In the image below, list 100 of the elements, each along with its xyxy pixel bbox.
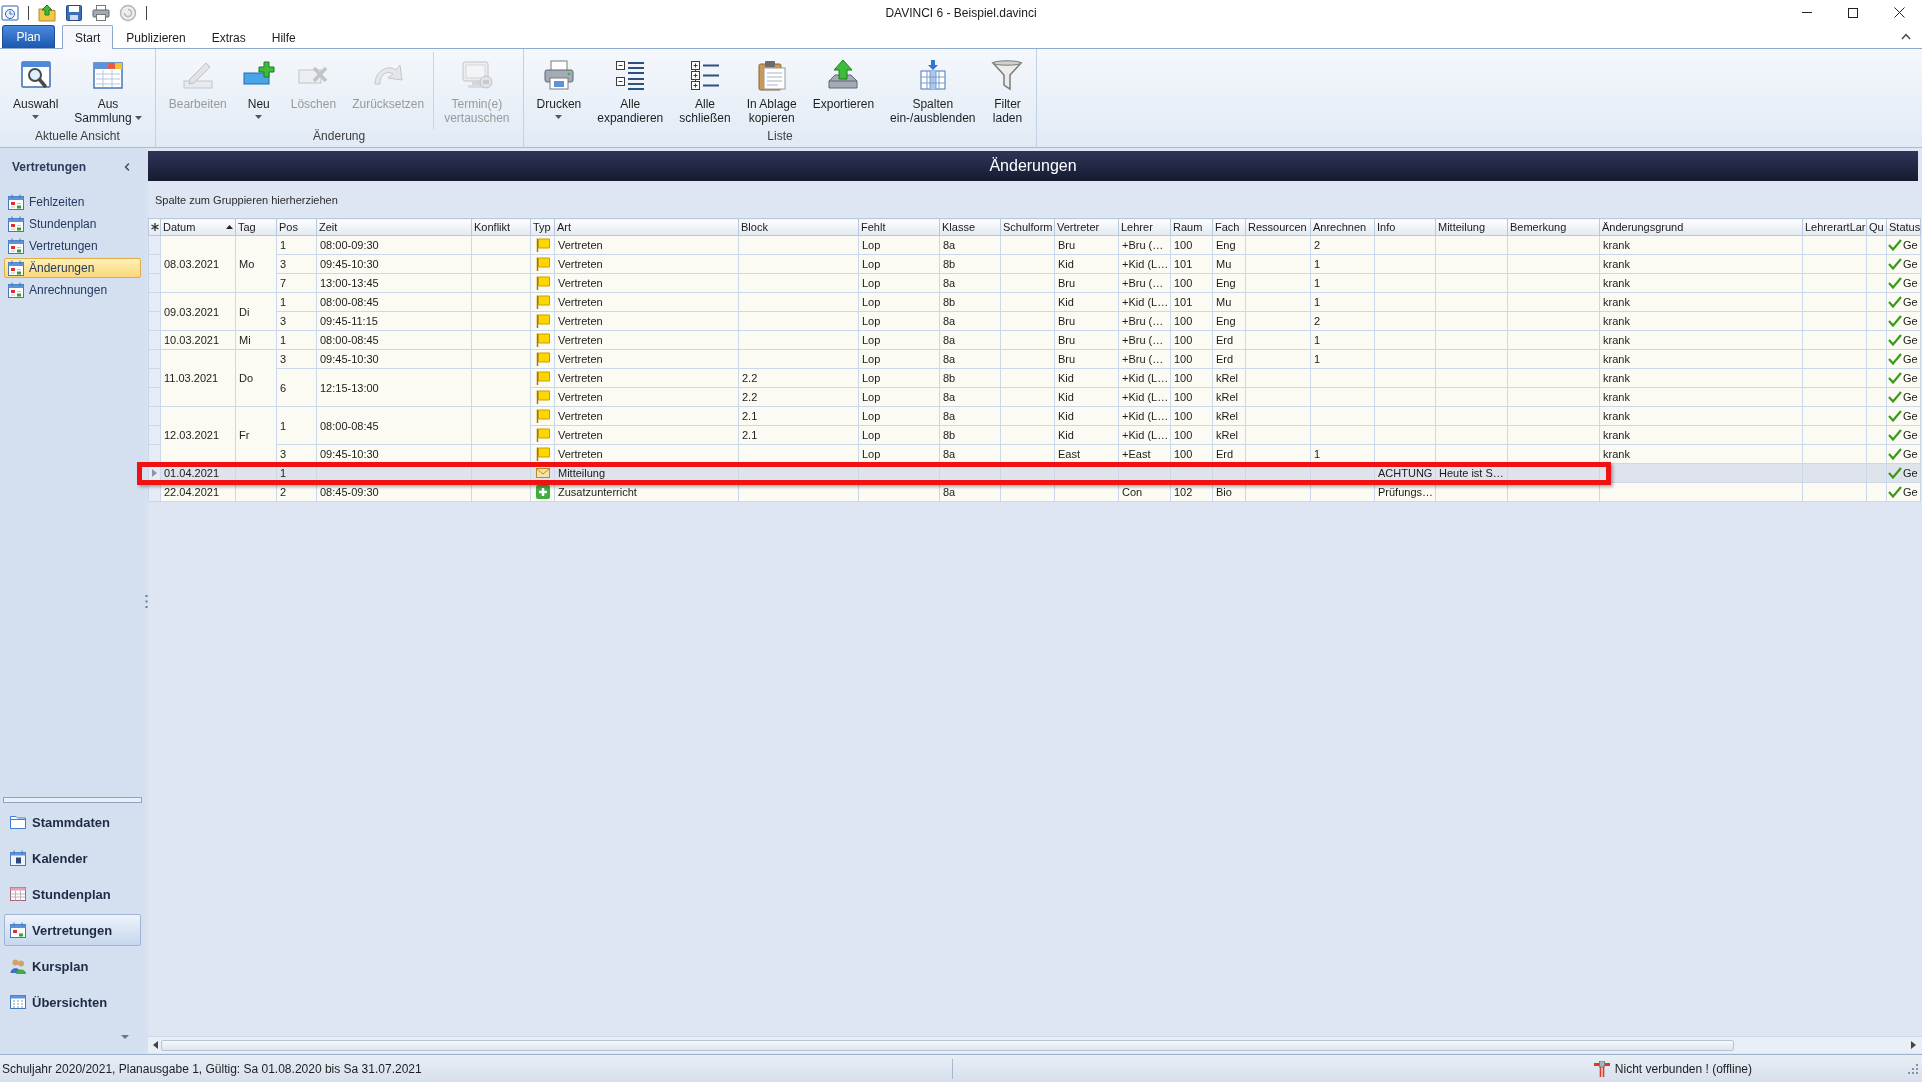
connection-status: Nicht verbunden ! (offline) (1614, 1061, 1752, 1076)
resize-grip-icon[interactable] (1908, 1063, 1918, 1074)
ribbon-button[interactable]: Filter laden (986, 52, 1029, 129)
flag-icon (535, 390, 550, 404)
print-icon[interactable] (92, 3, 110, 22)
nav-section[interactable]: Kursplan (4, 950, 141, 982)
nav-section[interactable]: Kalender (4, 842, 141, 874)
refresh-icon[interactable] (119, 3, 137, 22)
splitter-bar[interactable] (3, 797, 142, 803)
column-header[interactable]: Klasse (939, 218, 1001, 236)
column-header[interactable]: Änderungsgrund (1599, 218, 1803, 236)
ribbon-tab[interactable]: Start (62, 25, 114, 49)
column-header[interactable]: Bemerkung (1507, 218, 1600, 236)
column-header[interactable]: Lehrer (1118, 218, 1171, 236)
ribbon-button[interactable]: Exportieren (807, 52, 880, 129)
table-cell: Kid (1054, 387, 1119, 407)
ribbon-button[interactable]: Neu (237, 52, 280, 129)
table-cell: 1 (276, 235, 317, 255)
column-header[interactable]: Info (1374, 218, 1436, 236)
table-cell: Vertreten (554, 368, 739, 388)
table-cell: 10.03.2021 (160, 330, 236, 350)
nav-section[interactable]: Vertretungen (4, 914, 141, 946)
table-cell: Kid (1054, 368, 1119, 388)
nav-item[interactable]: Fehlzeiten (4, 192, 141, 212)
column-header[interactable]: Datum (160, 218, 236, 236)
column-header[interactable]: Zeit (316, 218, 472, 236)
ribbon-button[interactable]: In Ablage kopieren (741, 52, 802, 129)
column-header[interactable]: Raum (1170, 218, 1213, 236)
table-cell: 1 (1310, 273, 1375, 293)
plus-icon (535, 485, 550, 499)
table-cell: 08:00-08:45 (316, 406, 472, 445)
envelope-icon (535, 466, 550, 480)
column-header[interactable]: Art (554, 218, 739, 236)
table-cell: 8b (939, 254, 1001, 274)
table-cell: Bio (1212, 482, 1246, 502)
arrow-left-icon[interactable] (153, 1041, 158, 1049)
nav-section[interactable]: Stundenplan (4, 878, 141, 910)
column-header[interactable]: Schulform (1000, 218, 1055, 236)
status-text: Ge (1903, 295, 1918, 310)
column-header[interactable]: Pos (276, 218, 317, 236)
ribbon-button[interactable]: Drucken (531, 52, 587, 129)
table-cell: Lop (858, 254, 940, 274)
status-text: Ge (1903, 485, 1918, 500)
nav-item[interactable]: Anrechnungen (4, 280, 141, 300)
table-cell: Mo (235, 235, 277, 293)
column-header[interactable]: Fach (1212, 218, 1246, 236)
scroll-thumb[interactable] (161, 1039, 1734, 1051)
table-cell: 8a (939, 330, 1001, 350)
caret-down-icon[interactable] (121, 1035, 129, 1039)
flag-icon (535, 352, 550, 366)
nav-section[interactable]: Stammdaten (4, 806, 141, 838)
table-icon (10, 886, 26, 902)
check-icon (1888, 391, 1902, 403)
save-icon[interactable] (65, 3, 83, 22)
application-menu-tab[interactable]: Plan (2, 25, 55, 48)
nav-item[interactable]: Stundenplan (4, 214, 141, 234)
calendar-icon (8, 282, 24, 298)
ribbon-button[interactable]: Spalten ein-/ausblenden (885, 52, 981, 129)
horizontal-scrollbar[interactable] (148, 1036, 1922, 1053)
table-cell: +Bru (… (1118, 330, 1171, 350)
column-header[interactable]: Fehlt (858, 218, 940, 236)
column-header[interactable]: Vertreter (1054, 218, 1119, 236)
column-header[interactable]: Anrechnen (1310, 218, 1375, 236)
column-header[interactable]: LehrerartLar (1802, 218, 1867, 236)
column-header[interactable]: Block (738, 218, 859, 236)
ribbon-tab[interactable]: Publizieren (113, 25, 199, 49)
table-cell: 8a (939, 311, 1001, 331)
column-header[interactable]: Typ (530, 218, 555, 236)
table-cell: 100 (1170, 425, 1213, 445)
column-header[interactable]: Status (1886, 218, 1921, 236)
check-icon (1888, 334, 1902, 346)
arrow-right-icon[interactable] (1911, 1041, 1916, 1049)
column-header[interactable]: Konflikt (471, 218, 531, 236)
nav-item[interactable]: Vertretungen (4, 236, 141, 256)
chevron-up-icon[interactable] (1901, 33, 1911, 40)
ribbon-button[interactable]: Alle schließen (674, 52, 736, 129)
ribbon-button[interactable]: Alle expandieren (592, 52, 669, 129)
check-icon (1888, 429, 1902, 441)
table-cell: Lop (858, 406, 940, 426)
check-icon (1888, 353, 1902, 365)
clock-icon[interactable] (1, 3, 19, 22)
column-header[interactable]: Tag (235, 218, 277, 236)
ribbon-tab[interactable]: Extras (198, 25, 259, 49)
ribbon-button[interactable]: Aus Sammlung (69, 52, 147, 129)
folder-icon[interactable] (38, 3, 56, 22)
flag-icon (535, 238, 550, 252)
column-header[interactable]: Mitteilung (1435, 218, 1508, 236)
nav-item[interactable]: Änderungen (4, 258, 141, 278)
nav-section[interactable]: Übersichten (4, 986, 141, 1018)
window-title: DAVINCI 6 - Beispiel.davinci (885, 5, 1037, 20)
column-header[interactable]: Ressourcen (1245, 218, 1311, 236)
window-grid-icon (10, 994, 26, 1010)
ribbon-button[interactable]: Auswahl (8, 52, 64, 129)
check-icon (1888, 467, 1902, 479)
status-text: Ge (1903, 409, 1918, 424)
ribbon-tab[interactable]: Hilfe (258, 25, 309, 49)
filter-icon (991, 59, 1024, 91)
grip-icon[interactable] (145, 594, 148, 608)
table-cell: Lop (858, 425, 940, 445)
table-cell: +Kid (L… (1118, 292, 1171, 312)
